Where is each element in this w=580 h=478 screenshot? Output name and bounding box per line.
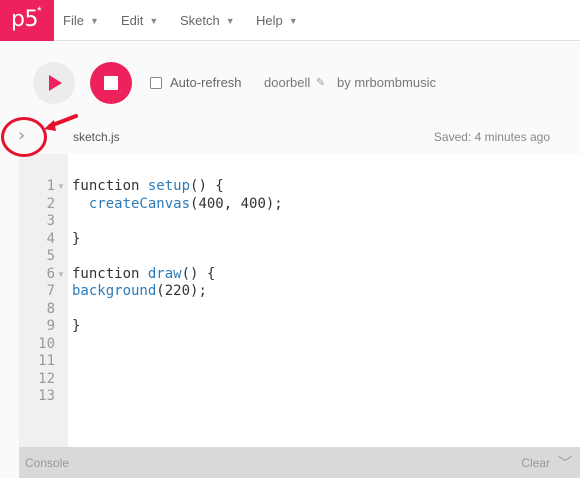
menu-help-label: Help bbox=[256, 13, 283, 28]
line-number: 6 bbox=[46, 265, 55, 282]
menu-edit-label: Edit bbox=[121, 13, 144, 28]
line-number: 3 bbox=[46, 213, 55, 229]
line-number: 2 bbox=[46, 195, 55, 212]
file-name: sketch.js bbox=[73, 130, 120, 144]
line-number: 5 bbox=[46, 248, 55, 264]
line-number: 12 bbox=[38, 370, 55, 387]
line-number: 8 bbox=[46, 300, 55, 317]
code-token: function bbox=[72, 265, 148, 282]
code-token: () { bbox=[190, 178, 224, 194]
pencil-icon[interactable]: ✎ bbox=[316, 76, 325, 89]
fold-arrow-icon[interactable]: ▼ bbox=[57, 266, 65, 284]
line-number: 4 bbox=[46, 230, 55, 247]
code-line[interactable]: function draw() { bbox=[72, 266, 215, 284]
logo-text: p5 bbox=[11, 7, 38, 32]
logo-asterisk: * bbox=[37, 4, 42, 18]
code-token: (220); bbox=[156, 283, 207, 299]
sketch-name[interactable]: doorbell bbox=[264, 75, 310, 90]
line-number: 1 bbox=[46, 178, 55, 194]
code-function-token: background bbox=[72, 283, 157, 299]
sidebar-strip bbox=[0, 154, 19, 478]
fold-arrow-icon[interactable]: ▼ bbox=[57, 178, 65, 196]
line-number: 10 bbox=[38, 335, 55, 352]
code-token: } bbox=[72, 318, 81, 334]
code-function-token: draw bbox=[147, 265, 182, 282]
play-icon bbox=[49, 75, 62, 91]
line-number: 9 bbox=[46, 318, 55, 334]
menu-help[interactable]: Help ▼ bbox=[256, 13, 298, 28]
caret-down-icon: ▼ bbox=[225, 16, 235, 26]
code-line[interactable]: } bbox=[72, 231, 80, 249]
menu-file[interactable]: File ▼ bbox=[63, 13, 99, 28]
menu-sketch-label: Sketch bbox=[180, 13, 220, 28]
code-line[interactable]: createCanvas(400, 400); bbox=[72, 196, 283, 214]
code-token: () { bbox=[181, 265, 216, 282]
chevron-right-icon: › bbox=[18, 125, 26, 146]
chevron-down-icon[interactable]: ﹀ bbox=[558, 453, 572, 473]
menu-edit[interactable]: Edit ▼ bbox=[121, 13, 158, 28]
code-line[interactable]: function setup() { bbox=[72, 178, 224, 196]
line-number: 11 bbox=[38, 353, 55, 369]
play-button[interactable] bbox=[33, 62, 75, 104]
stop-icon bbox=[104, 76, 118, 90]
code-function-token: createCanvas bbox=[88, 195, 191, 212]
toolbar: Auto-refresh doorbell ✎ by mrbombmusic bbox=[0, 42, 580, 120]
code-token: } bbox=[72, 230, 81, 247]
code-token: function bbox=[72, 178, 148, 194]
line-number: 7 bbox=[46, 283, 55, 299]
annotation-arrow-icon bbox=[44, 114, 78, 131]
console-label: Console bbox=[25, 456, 70, 470]
sketch-author[interactable]: by mrbombmusic bbox=[337, 75, 436, 90]
caret-down-icon: ▼ bbox=[89, 16, 99, 26]
stop-button[interactable] bbox=[90, 62, 132, 104]
caret-down-icon: ▼ bbox=[149, 16, 159, 26]
line-number: 13 bbox=[38, 388, 55, 404]
p5-logo[interactable]: p5 * bbox=[0, 0, 54, 41]
code-token: (400, 400); bbox=[190, 195, 283, 212]
menu-sketch[interactable]: Sketch ▼ bbox=[180, 13, 235, 28]
saved-status: Saved: 4 minutes ago bbox=[433, 130, 550, 144]
console-bar[interactable]: Console Clear ﹀ bbox=[19, 447, 580, 478]
caret-down-icon: ▼ bbox=[288, 16, 298, 26]
code-function-token: setup bbox=[147, 178, 191, 194]
code-line[interactable]: } bbox=[72, 318, 80, 336]
auto-refresh-label[interactable]: Auto-refresh bbox=[170, 75, 242, 90]
top-nav: p5 * File ▼ Edit ▼ Sketch ▼ Help ▼ bbox=[0, 0, 580, 41]
code-line[interactable]: background(220); bbox=[72, 283, 207, 301]
clear-button[interactable]: Clear bbox=[521, 456, 550, 470]
menu-file-label: File bbox=[63, 13, 84, 28]
auto-refresh-checkbox[interactable] bbox=[150, 77, 162, 89]
editor-header: sketch.js Saved: 4 minutes ago bbox=[0, 120, 580, 154]
